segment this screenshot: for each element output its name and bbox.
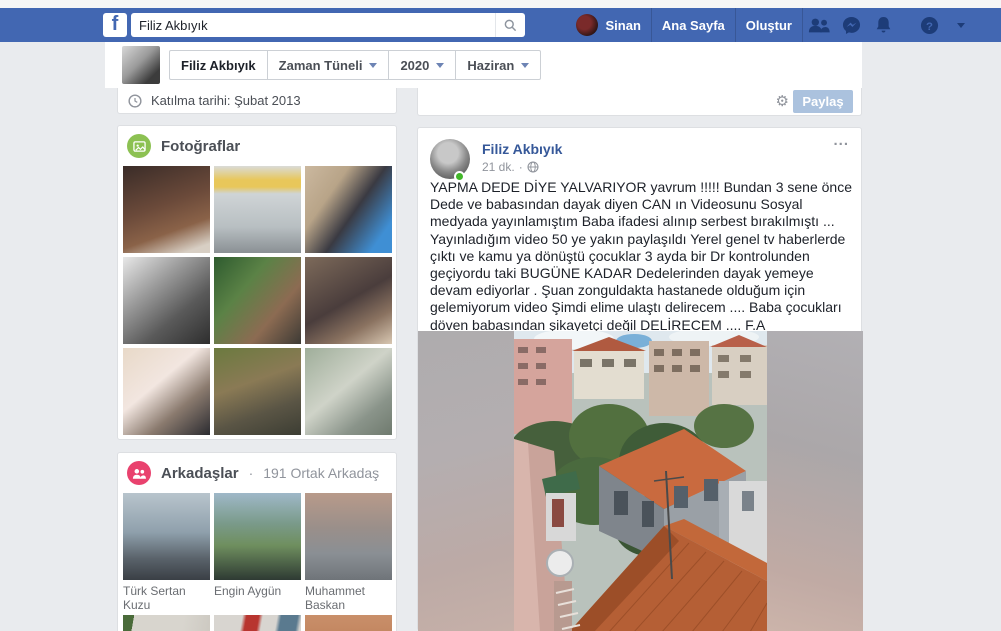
photo-thumbnail[interactable] [123, 257, 210, 344]
search-button[interactable] [495, 13, 525, 37]
friend-grid-row2 [123, 615, 391, 631]
post-image[interactable] [418, 331, 863, 631]
search-box [131, 13, 525, 37]
window-top-strip [0, 0, 1001, 8]
friends-card: Arkadaşlar · 191 Ortak Arkadaş Türk Sert… [117, 452, 397, 631]
clock-icon [128, 94, 142, 108]
profile-thumbnail[interactable] [122, 46, 160, 84]
facebook-navbar: f Sinan Ana Sayfa Oluştur [0, 8, 1001, 42]
post-options-button[interactable]: ... [833, 132, 849, 149]
friend-requests-icon [808, 17, 830, 33]
image-blur-panel-right [767, 331, 863, 631]
notifications-button[interactable] [867, 8, 899, 42]
photo-thumbnail[interactable] [305, 257, 392, 344]
chevron-down-icon [436, 63, 444, 68]
timeline-filter-group: Filiz Akbıyık Zaman Tüneli 2020 Haziran [169, 50, 541, 80]
friend-name-link[interactable]: Engin Aygün [214, 584, 301, 612]
composer-card: ⚙ Paylaş [417, 88, 862, 116]
post-card: Filiz Akbıyık 21 dk. · ... YAPMA DEDE Dİ… [417, 127, 862, 631]
messenger-icon [842, 16, 861, 35]
friend-grid [123, 493, 391, 580]
privacy-gear-icon[interactable]: ⚙ [776, 92, 789, 110]
photo-thumbnail[interactable] [305, 166, 392, 253]
help-button[interactable]: ? [913, 8, 945, 42]
month-dropdown[interactable]: Haziran [455, 50, 541, 80]
photo-thumbnail[interactable] [214, 257, 301, 344]
photo-thumbnail[interactable] [214, 348, 301, 435]
search-input[interactable] [131, 14, 495, 36]
friend-photo[interactable] [305, 493, 392, 580]
post-meta-separator: · [519, 160, 523, 174]
timeline-header-bar: Filiz Akbıyık Zaman Tüneli 2020 Haziran [105, 42, 862, 88]
notifications-bell-icon [875, 16, 892, 34]
post-meta: 21 dk. · [482, 160, 539, 174]
caret-down-icon [957, 23, 965, 28]
friends-icon [127, 461, 151, 485]
year-label: 2020 [400, 58, 429, 73]
nav-profile-link[interactable]: Sinan [566, 8, 650, 42]
profile-name-label: Filiz Akbıyık [181, 58, 256, 73]
post-text: YAPMA DEDE DİYE YALVARIYOR yavrum !!!!! … [430, 179, 852, 334]
friend-photo[interactable] [214, 493, 301, 580]
share-button[interactable]: Paylaş [793, 90, 853, 113]
messenger-button[interactable] [835, 8, 867, 42]
nav-profile-name: Sinan [605, 18, 640, 33]
year-dropdown[interactable]: 2020 [388, 50, 456, 80]
mutual-friends-link[interactable]: 191 Ortak Arkadaş [263, 465, 379, 481]
nav-create-label: Oluştur [746, 18, 792, 33]
image-blur-panel-left [418, 331, 514, 631]
friend-photo[interactable] [305, 615, 392, 631]
photos-section-title[interactable]: Fotoğraflar [161, 138, 240, 155]
post-timestamp[interactable]: 21 dk. [482, 160, 515, 174]
photo-thumbnail[interactable] [305, 348, 392, 435]
nav-create-link[interactable]: Oluştur [736, 8, 802, 42]
friend-photo[interactable] [123, 615, 210, 631]
friend-name-link[interactable]: Türk Sertan Kuzu [123, 584, 210, 612]
intro-card: Katılma tarihi: Şubat 2013 [117, 88, 397, 114]
photos-icon [127, 134, 151, 158]
nav-home-link[interactable]: Ana Sayfa [652, 8, 735, 42]
month-label: Haziran [467, 58, 514, 73]
friend-photo[interactable] [214, 615, 301, 631]
timeline-label: Zaman Tüneli [279, 58, 363, 73]
page-content: Filiz Akbıyık Zaman Tüneli 2020 Haziran … [105, 42, 862, 631]
friends-separator: · [249, 465, 254, 481]
photo-thumbnail[interactable] [214, 166, 301, 253]
photo-thumbnail[interactable] [123, 166, 210, 253]
profile-name-button[interactable]: Filiz Akbıyık [169, 50, 268, 80]
friends-section-title[interactable]: Arkadaşlar [161, 465, 239, 482]
post-author-name[interactable]: Filiz Akbıyık [482, 141, 562, 157]
chevron-down-icon [369, 63, 377, 68]
photo-thumbnail[interactable] [123, 348, 210, 435]
friend-name-link[interactable]: Muhammet Baskan [305, 584, 392, 612]
nav-user-avatar [576, 14, 598, 36]
svg-text:?: ? [926, 20, 933, 32]
friend-requests-button[interactable] [803, 8, 835, 42]
search-icon [504, 19, 517, 32]
chevron-down-icon [521, 63, 529, 68]
help-icon: ? [920, 16, 939, 35]
photos-card: Fotoğraflar [117, 125, 397, 440]
timeline-dropdown[interactable]: Zaman Tüneli [267, 50, 390, 80]
account-menu-button[interactable] [945, 8, 977, 42]
friend-names-row: Türk Sertan Kuzu Engin Aygün Muhammet Ba… [123, 584, 391, 612]
rooftops-photo [514, 331, 767, 631]
friend-photo[interactable] [123, 493, 210, 580]
facebook-logo[interactable]: f [103, 13, 127, 37]
nav-home-label: Ana Sayfa [662, 18, 725, 33]
photo-grid [123, 166, 391, 435]
privacy-globe-icon [527, 161, 539, 173]
joined-date-text: Katılma tarihi: Şubat 2013 [151, 93, 301, 108]
